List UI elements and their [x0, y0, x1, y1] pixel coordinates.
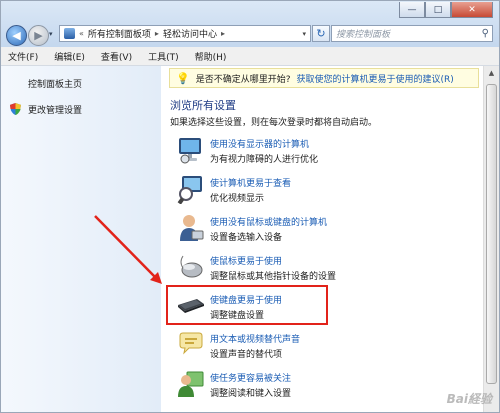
setting-item-no-display[interactable]: 使用没有显示器的计算机 为有视力障碍的人进行优化 — [177, 135, 477, 169]
refresh-button[interactable]: ↻ — [312, 25, 330, 42]
search-box[interactable]: 搜索控制面板 ⚲ — [331, 25, 493, 42]
main-content: 💡 是否不确定从哪里开始? 获取使您的计算机更易于使用的建议(R) 浏览所有设置… — [161, 66, 483, 412]
setting-item-title[interactable]: 使计算机更易于查看 — [210, 176, 291, 189]
minimize-button[interactable]: — — [399, 2, 425, 18]
setting-item-description: 设置声音的替代项 — [210, 350, 283, 360]
title-bar: — □ ✕ ◀ ▶ ▾ « 所有控制面板项 ▸ 轻松访问中心 ▸ ▾ ↻ 搜索控… — [1, 1, 499, 47]
section-description: 如果选择这些设置，则在每次登录时都将自动启动。 — [170, 118, 378, 128]
breadcrumb-separator[interactable]: ▸ — [155, 29, 159, 38]
setting-item-focus-tasks[interactable]: 使任务更容易被关注 调整阅读和键入设置 — [177, 369, 477, 403]
menu-help[interactable]: 帮助(H) — [195, 50, 227, 63]
setting-item-title[interactable]: 使任务更容易被关注 — [210, 371, 291, 384]
menu-bar: 文件(F) 编辑(E) 查看(V) 工具(T) 帮助(H) — [1, 47, 499, 66]
setting-item-title[interactable]: 用文本或视频替代声音 — [210, 332, 300, 345]
setting-item-description: 调整鼠标或其他指针设备的设置 — [210, 272, 337, 282]
monitor-icon — [179, 138, 201, 164]
window-controls: — □ ✕ — [399, 2, 493, 18]
setting-item-text-video-alternatives[interactable]: 用文本或视频替代声音 设置声音的替代项 — [177, 330, 477, 364]
control-panel-icon — [64, 28, 75, 39]
back-button[interactable]: ◀ — [6, 25, 27, 46]
search-icon[interactable]: ⚲ — [482, 28, 489, 39]
menu-edit[interactable]: 编辑(E) — [54, 50, 85, 63]
tip-question: 是否不确定从哪里开始? — [195, 74, 291, 85]
menu-tools[interactable]: 工具(T) — [148, 50, 179, 63]
setting-item-description: 调整阅读和键入设置 — [210, 389, 292, 399]
address-bar[interactable]: « 所有控制面板项 ▸ 轻松访问中心 ▸ ▾ — [59, 25, 311, 42]
vertical-scrollbar[interactable]: ▲ — [483, 66, 499, 412]
setting-item-mouse[interactable]: 使鼠标更易于使用 调整鼠标或其他指针设备的设置 — [177, 252, 477, 286]
setting-item-description: 为有视力障碍的人进行优化 — [210, 155, 319, 165]
maximize-button[interactable]: □ — [425, 2, 451, 18]
keyboard-item-highlight-box — [166, 285, 328, 325]
setting-item-description: 优化视频显示 — [210, 194, 265, 204]
sidebar: 控制面板主页 更改管理设置 — [1, 66, 161, 412]
suggestion-bar: 💡 是否不确定从哪里开始? 获取使您的计算机更易于使用的建议(R) — [169, 68, 479, 88]
search-input[interactable]: 搜索控制面板 — [336, 27, 390, 40]
control-panel-window: — □ ✕ ◀ ▶ ▾ « 所有控制面板项 ▸ 轻松访问中心 ▸ ▾ ↻ 搜索控… — [0, 0, 500, 413]
setting-item-title[interactable]: 使鼠标更易于使用 — [210, 254, 282, 267]
recent-pages-dropdown[interactable]: ▾ — [49, 30, 53, 38]
address-overflow-chevron[interactable]: « — [79, 29, 84, 38]
setting-item-description: 设置备选输入设备 — [210, 233, 283, 243]
scroll-up-arrow-icon[interactable]: ▲ — [484, 66, 499, 80]
magnifier-icon — [177, 176, 202, 204]
mouse-icon — [180, 255, 203, 278]
section-title: 浏览所有设置 — [170, 99, 236, 112]
setting-item-title[interactable]: 使用没有鼠标或键盘的计算机 — [210, 215, 327, 228]
lightbulb-icon: 💡 — [176, 71, 190, 85]
setting-item-no-mouse-keyboard[interactable]: 使用没有鼠标或键盘的计算机 设置备选输入设备 — [177, 213, 477, 247]
setting-item-title[interactable]: 使用没有显示器的计算机 — [210, 137, 309, 150]
menu-view[interactable]: 查看(V) — [101, 50, 132, 63]
get-recommendations-link[interactable]: 获取使您的计算机更易于使用的建议(R) — [296, 72, 453, 85]
menu-file[interactable]: 文件(F) — [8, 50, 38, 63]
setting-item-easier-to-see[interactable]: 使计算机更易于查看 优化视频显示 — [177, 174, 477, 208]
breadcrumb-ease-of-access[interactable]: 轻松访问中心 — [163, 27, 217, 40]
shield-icon — [10, 103, 21, 115]
people-icon — [178, 371, 204, 397]
forward-button[interactable]: ▶ — [28, 25, 49, 46]
scroll-thumb[interactable] — [486, 84, 497, 384]
user-icon — [180, 215, 204, 241]
sidebar-change-admin-settings[interactable]: 更改管理设置 — [28, 103, 82, 116]
close-button[interactable]: ✕ — [451, 2, 493, 18]
breadcrumb-all-items[interactable]: 所有控制面板项 — [88, 27, 151, 40]
speech-bubble-icon — [179, 332, 203, 355]
sidebar-control-panel-home[interactable]: 控制面板主页 — [28, 77, 82, 90]
address-dropdown-icon[interactable]: ▾ — [302, 30, 306, 38]
watermark: Bai経验 — [446, 392, 492, 406]
breadcrumb-separator[interactable]: ▸ — [221, 29, 225, 38]
